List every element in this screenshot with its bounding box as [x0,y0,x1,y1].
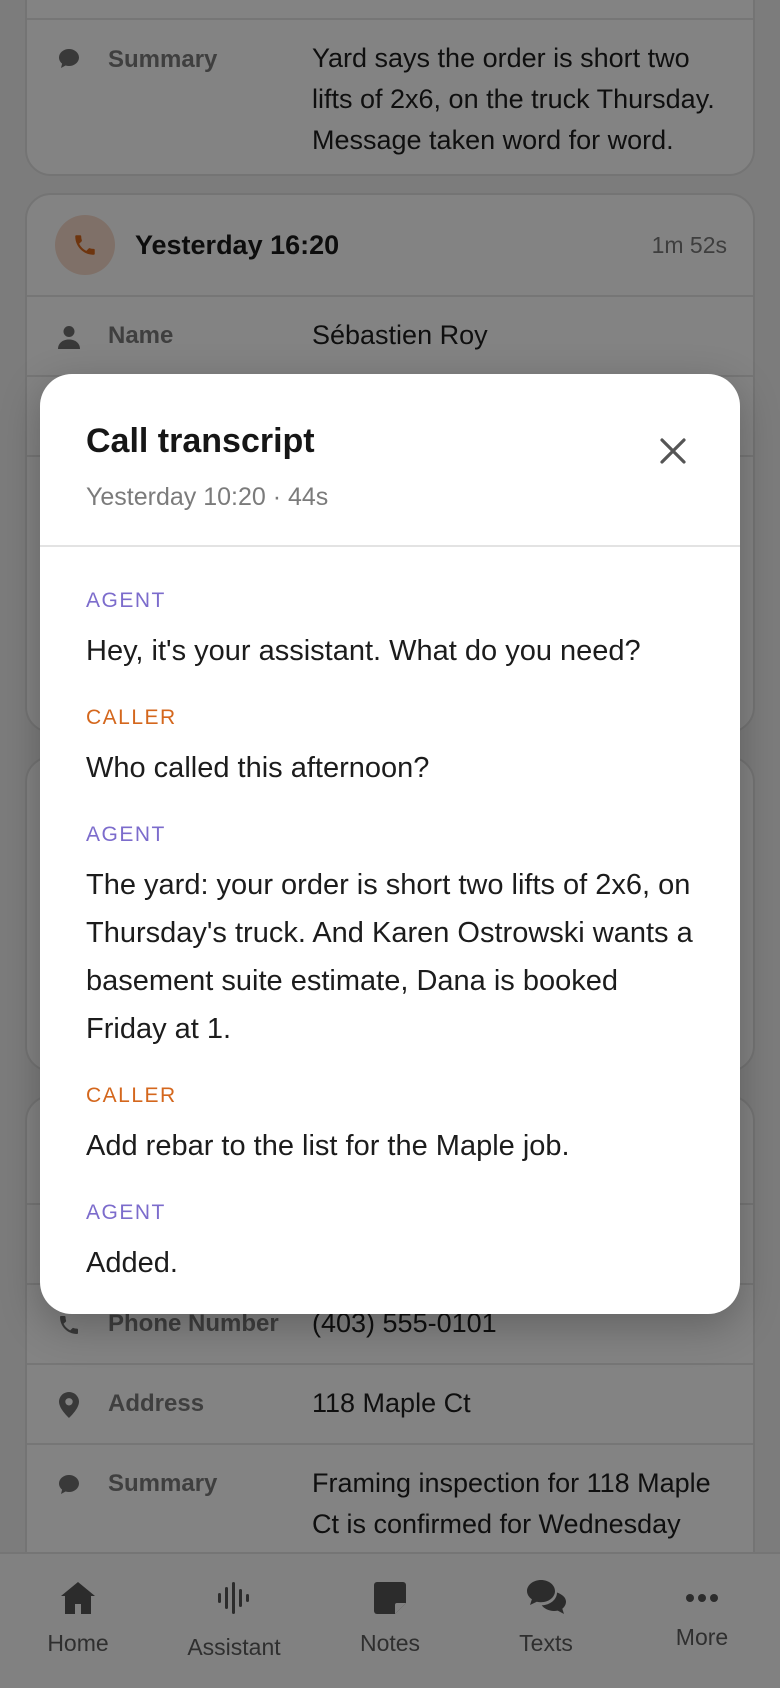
speaker-label: AGENT [86,589,166,612]
modal-subtitle: Yesterday 10:20 · 44s [86,483,329,511]
utterance: Add rebar to the list for the Maple job. [86,1130,570,1162]
utterance: Who called this afternoon? [86,752,430,784]
transcript-turn: CALLER Add rebar to the list for the Map… [86,1082,700,1170]
transcript-turn: AGENT The yard: your order is short two … [86,821,700,1053]
utterance: The yard: your order is short two lifts … [86,869,693,1045]
transcript-modal: Call transcript Yesterday 10:20 · 44s AG… [40,374,740,1314]
modal-header: Call transcript Yesterday 10:20 · 44s [40,374,740,547]
speaker-label: CALLER [86,1084,177,1107]
transcript-body: AGENT Hey, it's your assistant. What do … [86,587,700,1316]
speaker-label: AGENT [86,1201,166,1224]
utterance: Hey, it's your assistant. What do you ne… [86,635,641,667]
transcript-turn: AGENT Added. [86,1199,700,1287]
transcript-turn: AGENT Hey, it's your assistant. What do … [86,587,700,675]
close-icon[interactable] [656,434,690,468]
speaker-label: AGENT [86,823,166,846]
utterance: Added. [86,1247,178,1279]
transcript-turn: CALLER Who called this afternoon? [86,704,700,792]
modal-title: Call transcript [86,422,315,460]
speaker-label: CALLER [86,706,177,729]
